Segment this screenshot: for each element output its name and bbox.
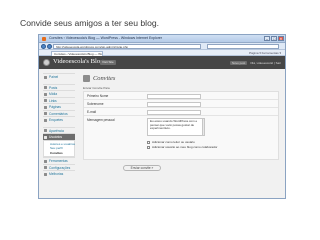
first-name-label: Primeiro Nome: [87, 94, 109, 98]
maximize-button[interactable]: □: [271, 36, 277, 41]
personal-message-textarea[interactable]: Eu estou usando WordPress.com e pensei q…: [147, 118, 205, 136]
visit-site-button[interactable]: Visit Site: [100, 60, 116, 65]
invite-form: Primeiro Nome Sobrenome E-mail Mensagem …: [83, 91, 279, 160]
browser-search-input[interactable]: [207, 44, 279, 49]
wordpress-logo-icon: [43, 59, 50, 66]
email-field[interactable]: [147, 109, 201, 115]
checkbox-label: Adicionar usuário ao meu blog como colab…: [152, 145, 218, 149]
sidebar-item-label: Ferramentas: [49, 159, 68, 163]
add-as-contributor-checkbox[interactable]: [147, 145, 150, 149]
media-icon: [44, 92, 47, 96]
address-input[interactable]: http://videoescola.wordpress.com/wp-admi…: [53, 44, 201, 49]
sidebar-item-label: Painel: [49, 75, 59, 79]
blog-name[interactable]: Videoescola's Blog: [53, 58, 103, 65]
admin-sidebar: Painel Posts Mídia Links Páginas Comentá…: [43, 73, 75, 177]
slide-caption: Convide seus amigos a ter seu blog.: [20, 18, 160, 28]
sidebar-item-usuarios[interactable]: Usuários: [43, 133, 75, 140]
sidebar-item-enquetes[interactable]: Enquetes: [43, 116, 75, 123]
first-name-field[interactable]: [147, 93, 201, 99]
browser-window: Convites ‹ Videoescola's Blog — WordPres…: [38, 34, 286, 199]
posts-icon: [44, 86, 47, 89]
settings-icon: [44, 166, 47, 169]
sidebar-item-label: Aparência: [49, 128, 64, 133]
main-content: Convites Enviar Convite Para Primeiro No…: [81, 72, 281, 196]
checkbox-label: Adicionar como leitor ou usuário: [152, 140, 195, 144]
sidebar-item-painel[interactable]: Painel: [43, 73, 75, 80]
form-row: Sobrenome: [84, 100, 278, 108]
message-text: Eu estou usando WordPress.com e pensei q…: [150, 119, 198, 131]
form-row: E-mail: [84, 108, 278, 116]
dashboard-icon: [44, 75, 47, 79]
pages-icon: [44, 105, 47, 109]
window-title: Convites ‹ Videoescola's Blog — WordPres…: [49, 36, 162, 40]
message-label: Mensagem pessoal: [87, 118, 115, 122]
browser-titlebar: Convites ‹ Videoescola's Blog — WordPres…: [39, 35, 285, 43]
command-bar-menus[interactable]: Página ▾ Ferramentas ▾: [249, 51, 281, 55]
comments-icon: [44, 112, 47, 115]
back-arrow-icon[interactable]: [41, 44, 46, 49]
forward-arrow-icon[interactable]: [47, 44, 52, 49]
upgrades-icon: [44, 172, 47, 176]
send-invite-button[interactable]: Enviar convite »: [123, 165, 161, 171]
users-icon: [44, 135, 47, 139]
sidebar-item-label: Enquetes: [49, 118, 63, 122]
new-post-button[interactable]: Novo post: [229, 61, 248, 65]
sidebar-item-label: Mídia: [49, 92, 58, 96]
user-links[interactable]: Olá, videoescola! | Sair: [250, 61, 281, 65]
form-intro: Enviar Convite Para: [83, 86, 110, 90]
close-button[interactable]: ✕: [278, 36, 284, 41]
address-bar-row: http://videoescola.wordpress.com/wp-admi…: [39, 43, 285, 50]
form-row: Primeiro Nome: [84, 92, 278, 100]
sidebar-item-melhorias[interactable]: Melhorias: [43, 170, 75, 177]
sidebar-item-label: Links: [49, 98, 57, 103]
minimize-button[interactable]: –: [264, 36, 270, 41]
textarea-scrollbar[interactable]: [201, 119, 204, 135]
tools-icon: [44, 159, 47, 163]
sidebar-item-label: Posts: [49, 85, 58, 90]
sidebar-item-label: Melhorias: [49, 172, 64, 176]
add-as-reader-checkbox[interactable]: [147, 140, 150, 144]
form-row: Mensagem pessoal Eu estou usando WordPre…: [84, 116, 278, 161]
links-icon: [44, 99, 47, 102]
appearance-icon: [44, 129, 47, 132]
ie-favicon-icon: [42, 37, 46, 41]
header-right: Novo post Olá, videoescola! | Sair: [229, 61, 281, 65]
email-label: E-mail: [87, 110, 97, 114]
sidebar-item-label: Comentários: [49, 111, 68, 116]
page-title: Convites: [93, 75, 116, 82]
polls-icon: [44, 118, 47, 122]
sidebar-item-label: Usuários: [49, 135, 63, 139]
users-submenu: Autores e usuários Seu perfil Convites: [43, 139, 75, 157]
last-name-field[interactable]: [147, 101, 201, 107]
submenu-item-convites[interactable]: Convites: [44, 151, 74, 156]
sidebar-item-label: Páginas: [49, 105, 61, 109]
users-page-icon: [83, 75, 90, 82]
sidebar-item-label: Configurações: [49, 165, 71, 170]
wp-admin-header: Videoescola's Blog Visit Site Novo post …: [39, 56, 285, 69]
last-name-label: Sobrenome: [87, 102, 104, 106]
